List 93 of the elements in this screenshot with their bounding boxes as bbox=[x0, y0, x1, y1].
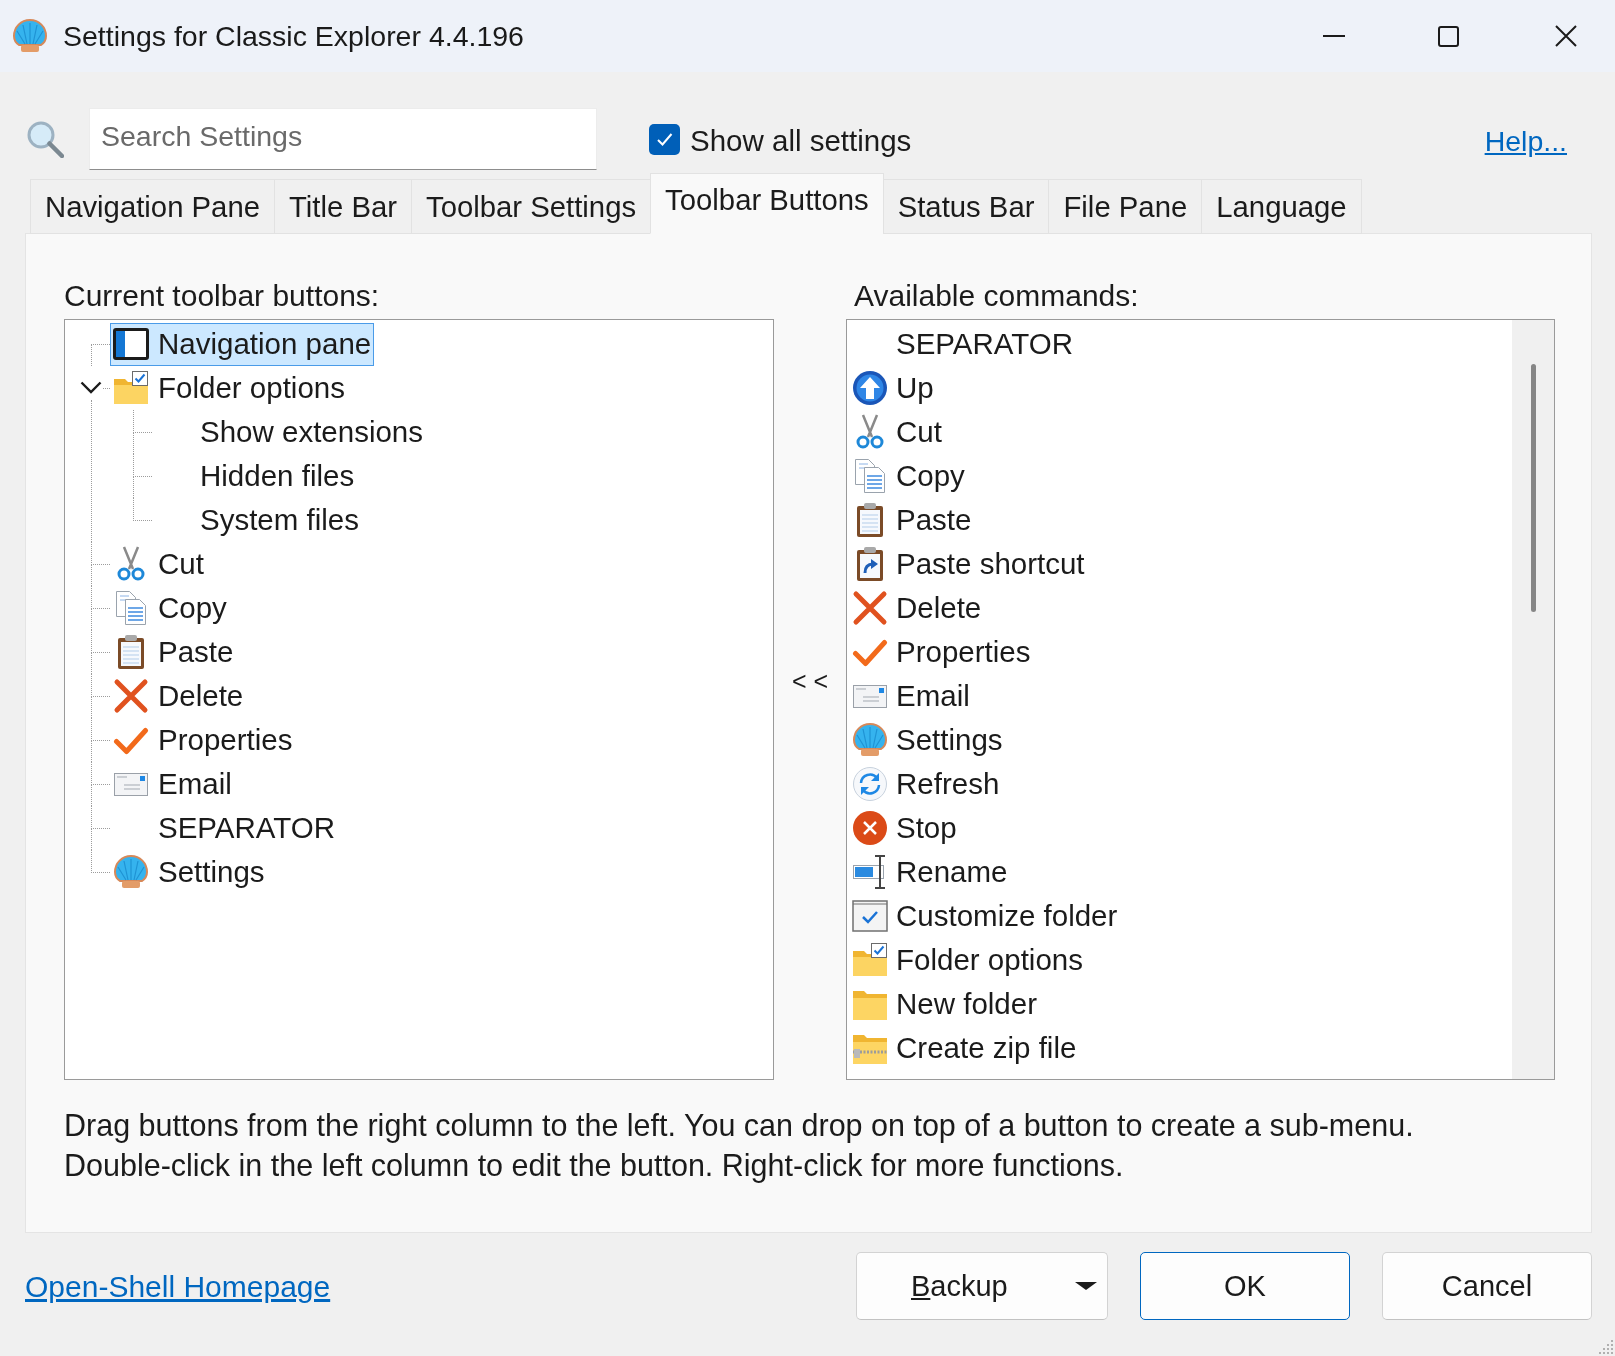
tree-connector bbox=[133, 454, 152, 477]
shell-icon bbox=[852, 722, 888, 758]
stop-icon bbox=[852, 810, 888, 846]
list-item[interactable]: Rename bbox=[849, 850, 1011, 894]
tree-line bbox=[91, 829, 92, 850]
folder-check-icon bbox=[852, 942, 888, 978]
cancel-button[interactable]: Cancel bbox=[1382, 1252, 1592, 1320]
homepage-link[interactable]: Open-Shell Homepage bbox=[25, 1268, 331, 1304]
instruction-text: Double-click in the left column to edit the button. Right-click for more functions. bbox=[64, 1147, 1124, 1185]
tree-line bbox=[91, 697, 92, 718]
pane-icon bbox=[113, 326, 149, 362]
tree-item[interactable]: Paste bbox=[110, 630, 237, 674]
tree-item[interactable]: Hidden files bbox=[197, 454, 358, 498]
tree-connector bbox=[91, 586, 110, 609]
tab[interactable]: Language bbox=[1201, 179, 1362, 234]
folder-check-icon bbox=[113, 370, 149, 406]
tree-line bbox=[91, 345, 92, 366]
search-field[interactable]: Search Settings bbox=[89, 108, 597, 170]
list-item[interactable]: Email bbox=[849, 674, 973, 718]
ok-button[interactable]: OK bbox=[1140, 1252, 1350, 1320]
list-item[interactable]: Copy bbox=[849, 454, 968, 498]
list-item[interactable]: Create zip file bbox=[849, 1026, 1080, 1070]
tree-connector bbox=[91, 806, 110, 829]
tree-item[interactable]: SEPARATOR bbox=[155, 806, 339, 850]
list-item[interactable]: Paste shortcut bbox=[849, 542, 1088, 586]
scrollbar[interactable] bbox=[1512, 320, 1554, 1079]
help-link[interactable]: Help... bbox=[1484, 120, 1567, 158]
tab[interactable]: Status Bar bbox=[882, 179, 1050, 234]
instruction-text: Drag buttons from the right column to the left. You can drop on top of a button to create a sub-menu. bbox=[64, 1107, 1414, 1145]
close-icon[interactable] bbox=[1554, 25, 1577, 47]
list-item[interactable]: Settings bbox=[849, 718, 1006, 762]
documents-icon bbox=[113, 590, 149, 626]
tree-item[interactable]: Navigation pane bbox=[110, 322, 375, 366]
tree-connector bbox=[91, 850, 110, 873]
tree-item[interactable]: Settings bbox=[110, 850, 268, 894]
tree-line bbox=[133, 433, 134, 454]
window-title: Settings for Classic Explorer 4.4.196 bbox=[63, 19, 524, 53]
tree-item[interactable]: Email bbox=[110, 762, 235, 806]
show-all-label: Show all settings bbox=[690, 122, 912, 158]
tree-connector bbox=[133, 498, 152, 521]
backup-button[interactable]: Backup bbox=[856, 1252, 1108, 1320]
tab[interactable]: Navigation Pane bbox=[30, 179, 275, 234]
list-item[interactable]: SEPARATOR bbox=[893, 322, 1077, 366]
move-left-button[interactable]: < < bbox=[791, 666, 829, 696]
chevron-down-icon[interactable] bbox=[80, 381, 102, 394]
tree-connector bbox=[91, 630, 110, 653]
tree-connector bbox=[133, 410, 152, 433]
shell-icon bbox=[12, 18, 48, 54]
tree-item[interactable]: Folder options bbox=[110, 366, 348, 410]
tree-connector bbox=[91, 674, 110, 697]
list-item[interactable]: Stop bbox=[849, 806, 960, 850]
list-item[interactable]: Delete bbox=[849, 586, 985, 630]
tree-line bbox=[91, 609, 92, 630]
checkbox[interactable] bbox=[649, 123, 680, 155]
tree-connector bbox=[91, 542, 110, 565]
tree-item[interactable]: System files bbox=[197, 498, 362, 542]
tree-item[interactable]: Show extensions bbox=[197, 410, 427, 454]
list-item[interactable]: Cut bbox=[849, 410, 945, 454]
tree-item[interactable]: Delete bbox=[110, 674, 247, 718]
list-item[interactable]: Folder options bbox=[849, 938, 1086, 982]
tree-item[interactable]: Copy bbox=[110, 586, 230, 630]
tree-line bbox=[133, 477, 134, 498]
tree-connector bbox=[91, 718, 110, 741]
cross-icon bbox=[852, 590, 888, 626]
search-icon bbox=[26, 120, 64, 158]
tree-line bbox=[91, 653, 92, 674]
rename-icon bbox=[852, 854, 888, 890]
documents-icon bbox=[852, 458, 888, 494]
list-item[interactable]: Paste bbox=[849, 498, 975, 542]
tree-line bbox=[91, 565, 92, 586]
shell-icon bbox=[113, 854, 149, 890]
list-item[interactable]: Properties bbox=[849, 630, 1034, 674]
current-buttons-heading: Current toolbar buttons: bbox=[64, 279, 380, 314]
list-item[interactable]: Refresh bbox=[849, 762, 1003, 806]
resize-grip-icon[interactable] bbox=[1598, 1339, 1614, 1355]
available-commands-heading: Available commands: bbox=[854, 279, 1139, 314]
tree-line bbox=[91, 741, 92, 762]
tab[interactable]: Toolbar Buttons bbox=[650, 173, 884, 234]
list-item[interactable]: Customize folder bbox=[849, 894, 1121, 938]
minimize-icon[interactable] bbox=[1322, 35, 1345, 37]
cross-icon bbox=[113, 678, 149, 714]
refresh-icon bbox=[852, 766, 888, 802]
list-item[interactable]: Up bbox=[849, 366, 937, 410]
dropdown-arrow-icon bbox=[1075, 1282, 1097, 1290]
tree-connector bbox=[103, 388, 110, 389]
maximize-icon[interactable] bbox=[1438, 25, 1459, 47]
tree-item[interactable]: Cut bbox=[110, 542, 207, 586]
tree-line bbox=[91, 785, 92, 806]
list-item[interactable]: New folder bbox=[849, 982, 1040, 1026]
window-check-icon bbox=[852, 898, 888, 934]
scrollbar-thumb[interactable] bbox=[1531, 364, 1536, 612]
tree-connector bbox=[91, 762, 110, 785]
tree-item[interactable]: Properties bbox=[110, 718, 296, 762]
